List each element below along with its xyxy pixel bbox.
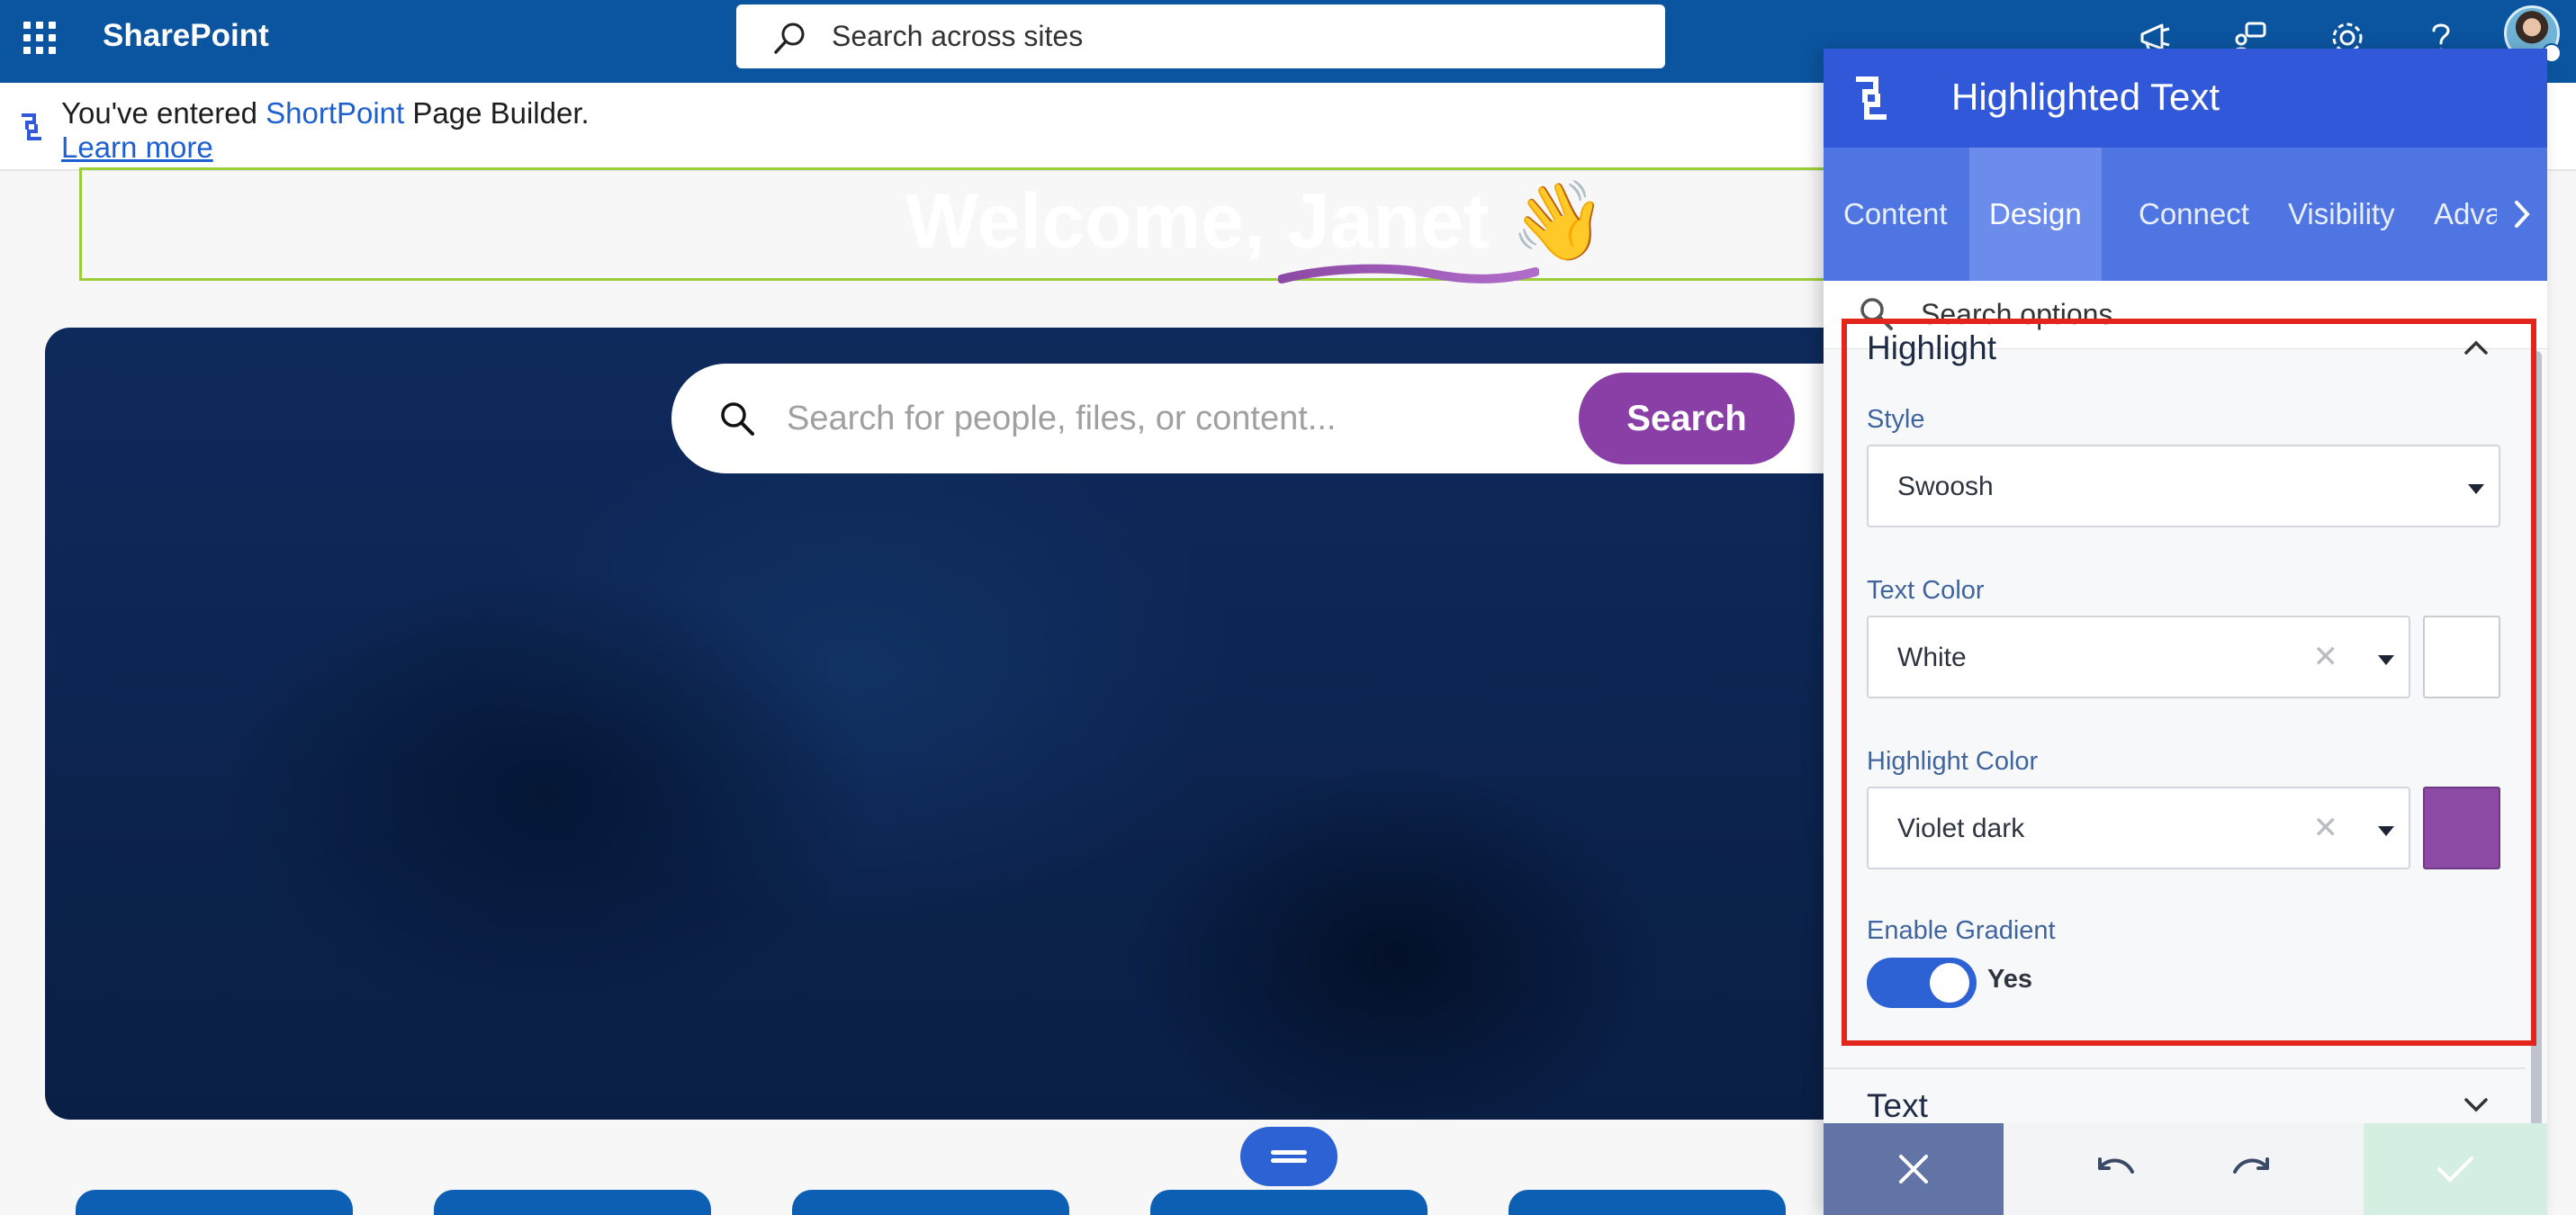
toggle-state-label: Yes <box>1987 965 2032 994</box>
caret-down-icon <box>2378 826 2394 836</box>
clear-icon[interactable]: ✕ <box>2313 810 2339 846</box>
text-color-label: Text Color <box>1867 576 1985 605</box>
text-color-swatch[interactable] <box>2423 616 2500 698</box>
app-name[interactable]: SharePoint <box>103 18 269 54</box>
undo-icon <box>2098 1157 2134 1174</box>
panel-header: Highlighted Text <box>1824 49 2547 148</box>
notice-message: You've entered ShortPoint Page Builder. <box>61 96 590 130</box>
welcome-heading[interactable]: Welcome, Janet 👋 <box>905 176 1607 266</box>
caret-down-icon <box>2468 484 2484 494</box>
highlight-color-select[interactable]: Violet dark ✕ <box>1867 787 2410 869</box>
highlight-color-value: Violet dark <box>1897 814 2025 843</box>
tab-connect[interactable]: Connect <box>2119 148 2269 281</box>
undo-button[interactable] <box>2049 1123 2184 1215</box>
quick-link-tile[interactable] <box>1150 1190 1428 1215</box>
style-label: Style <box>1867 405 1925 434</box>
shortpoint-logo-icon <box>22 113 41 140</box>
caret-down-icon <box>2378 655 2394 665</box>
enable-gradient-toggle[interactable] <box>1867 958 1977 1008</box>
section-drag-handle[interactable] <box>1240 1127 1338 1186</box>
wave-emoji: 👋 <box>1510 178 1608 265</box>
enable-gradient-label: Enable Gradient <box>1867 916 2056 945</box>
shortpoint-link[interactable]: ShortPoint <box>266 96 404 130</box>
clear-icon[interactable]: ✕ <box>2313 639 2339 675</box>
cancel-button[interactable] <box>1824 1123 2004 1215</box>
style-select[interactable]: Swoosh <box>1867 445 2500 527</box>
text-color-value: White <box>1897 643 1967 672</box>
tab-visibility[interactable]: Visibility <box>2268 148 2415 281</box>
quick-link-tile[interactable] <box>792 1190 1069 1215</box>
quick-link-tile[interactable] <box>76 1190 353 1215</box>
quick-link-tile[interactable] <box>1509 1190 1786 1215</box>
style-select-value: Swoosh <box>1897 472 1994 501</box>
highlight-color-label: Highlight Color <box>1867 747 2039 776</box>
text-section-title: Text <box>1867 1087 1928 1124</box>
chevron-down-icon[interactable] <box>2463 1096 2490 1114</box>
toggle-knob <box>1930 963 1969 1003</box>
redo-icon <box>2233 1157 2269 1174</box>
highlighted-name: Janet <box>1286 178 1490 265</box>
tab-content[interactable]: Content <box>1824 148 1968 281</box>
shortpoint-logo-icon <box>1856 76 1887 120</box>
tab-design[interactable]: Design <box>1969 148 2102 281</box>
element-settings-panel: Highlighted Text Content Design Connect … <box>1824 49 2547 1215</box>
hero-search-button[interactable]: Search <box>1579 373 1795 464</box>
highlight-color-swatch[interactable] <box>2423 787 2500 869</box>
site-search-input[interactable] <box>832 15 1624 57</box>
text-color-select[interactable]: White ✕ <box>1867 616 2410 698</box>
panel-footer <box>1824 1123 2547 1215</box>
highlight-section-title[interactable]: Highlight <box>1867 329 1996 367</box>
panel-title: Highlighted Text <box>1951 76 2220 118</box>
checkmark-icon <box>2437 1156 2473 1183</box>
search-icon <box>774 22 805 54</box>
search-icon <box>721 402 754 436</box>
site-search-box[interactable] <box>736 4 1665 68</box>
learn-more-link[interactable]: Learn more <box>61 130 213 166</box>
chevron-right-icon[interactable] <box>2497 148 2547 281</box>
quick-link-tile[interactable] <box>434 1190 711 1215</box>
swoosh-highlight <box>1278 264 1539 284</box>
hero-search-input[interactable] <box>787 394 1561 443</box>
close-icon <box>1899 1155 1928 1184</box>
chevron-up-icon[interactable] <box>2463 338 2490 356</box>
confirm-button[interactable] <box>2364 1123 2547 1215</box>
panel-tabs: Content Design Connect Visibility Advan <box>1824 148 2547 281</box>
waffle-icon[interactable] <box>22 20 58 56</box>
redo-button[interactable] <box>2184 1123 2319 1215</box>
